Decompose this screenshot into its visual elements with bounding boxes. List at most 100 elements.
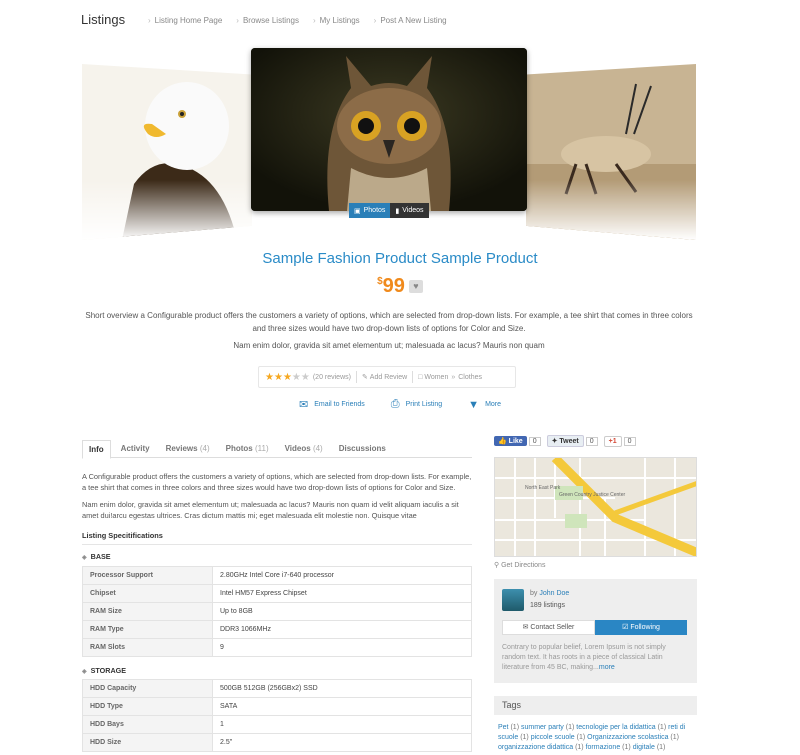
category-link[interactable]: Women [424,374,448,381]
tab-videos[interactable]: Videos (4) [279,440,329,457]
more-label: More [485,401,502,408]
map-label-center: Green Country Justice Center [559,492,625,498]
tag-link[interactable]: Pet [498,724,509,731]
nav-browse-listings[interactable]: Browse Listings [236,16,299,25]
spec-heading: Listing Specitifications [82,531,163,540]
more-dropdown[interactable]: ▼ More [468,398,501,411]
caret-down-icon: ▼ [468,398,480,411]
spec-key: HDD Size [82,733,213,752]
tweet-count: 0 [585,436,598,446]
photo-gallery: ▣ Photos ▮ Videos [82,48,696,240]
spec-key: Chipset [82,584,213,603]
tab-label: Videos [284,444,311,453]
twitter-bird-icon: ✦ [551,438,558,445]
gallery-photo-eagle[interactable] [82,64,252,240]
tag-link[interactable]: digitale [633,744,655,751]
star-empty-icon: ★ [291,371,301,383]
contact-seller-label: Contact Seller [530,624,575,631]
tag-count: (1) [520,734,529,741]
photo-icon: ▣ [354,207,361,215]
subcategory-link[interactable]: Clothes [458,374,482,381]
tag-count: (1) [657,724,667,731]
seller-name-link[interactable]: John Doe [539,590,569,597]
nav-my-listings[interactable]: My Listings [313,16,360,25]
spec-value: 500GB 512GB (256GBx2) SSD [212,679,472,698]
top-bar: Listings Listing Home Page Browse Listin… [81,10,701,30]
listing-actions: ✉ Email to Friends ⎙ Print Listing ▼ Mor… [0,398,800,411]
checkbox-icon: ☑ [622,624,629,631]
get-directions-link[interactable]: ⚲ Get Directions [494,561,545,569]
avatar[interactable] [502,589,524,611]
spec-key: HDD Type [82,697,213,716]
tweet-button[interactable]: ✦ Tweet [546,435,584,447]
table-row: HDD Type SATA [82,697,472,716]
table-row: RAM Size Up to 8GB [82,602,472,621]
spec-table-storage: HDD Capacity 500GB 512GB (256GBx2) SSD HD… [82,679,472,752]
contact-seller-button[interactable]: ✉ Contact Seller [502,620,595,635]
spec-value: 1 [212,715,472,734]
spec-value: 2.5" [212,733,472,752]
tag-link[interactable]: organizzazione didattica [498,744,573,751]
seller-bio: Contrary to popular belief, Lorem Ipsum … [502,643,689,673]
tag-count: (1) [576,734,586,741]
seller-bio-text: Contrary to popular belief, Lorem Ipsum … [502,644,666,671]
spec-table-base: Processor Support 2.80GHz Intel Core i7-6… [82,566,472,657]
tab-activity[interactable]: Activity [115,440,156,457]
pencil-icon: ✎ [361,374,368,381]
seller-card: by John Doe 189 listings ✉ Contact Selle… [494,579,697,683]
tab-info[interactable]: Info [82,440,111,459]
seller-byline: by John Doe [530,590,569,597]
bio-more-link[interactable]: more [599,664,615,671]
gallery-photo-antelope[interactable] [526,64,696,240]
like-count: 0 [528,436,541,446]
star-rating[interactable]: ★★★★★ [265,372,310,383]
tag-link[interactable]: Organizzazione scolastica [587,734,668,741]
spec-key: Processor Support [82,566,213,585]
tab-discussions[interactable]: Discussions [333,440,392,457]
tag-link[interactable]: piccole scuole [531,734,575,741]
nav-post-listing[interactable]: Post A New Listing [374,16,446,25]
chevron-right-icon: » [451,373,456,381]
info-content: A Configurable product offers the custom… [82,471,472,527]
photos-tab[interactable]: ▣ Photos [349,203,391,218]
map-label-park: North East Park [525,485,561,491]
following-button[interactable]: ☑ Following [595,620,687,635]
tags-heading: Tags [494,696,697,715]
envelope-icon: ✉ [298,399,309,411]
overview-paragraph: Short overview a Configurable product of… [85,311,693,333]
by-label: by [530,590,538,597]
print-listing-button[interactable]: ⎙ Print Listing [391,398,442,411]
nav-listing-home[interactable]: Listing Home Page [148,16,223,25]
tab-photos[interactable]: Photos (11) [220,440,275,457]
star-icon: ★ [273,371,283,383]
tag-link[interactable]: tecnologie per la didattica [576,724,655,731]
table-row: Processor Support 2.80GHz Intel Core i7-6… [82,566,472,585]
review-count[interactable]: (20 reviews) [313,374,351,381]
tag-count: (1) [575,744,584,751]
price: $99 [377,275,405,298]
spec-value: Intel HM57 Express Chipset [212,584,472,603]
tag-link[interactable]: formazione [586,744,621,751]
tab-reviews[interactable]: Reviews (4) [160,440,216,457]
add-review-link[interactable]: Add Review [370,374,407,381]
brand-title[interactable]: Listings [81,12,125,27]
info-paragraph: Nam enim dolor, gravida sit amet element… [82,500,459,520]
listing-tabs: Info Activity Reviews (4) Photos (11) Vi… [82,440,472,459]
like-label: Like [508,438,523,445]
get-directions-label: Get Directions [501,562,546,569]
email-friends-button[interactable]: ✉ Email to Friends [299,398,365,411]
top-nav: Listing Home Page Browse Listings My Lis… [148,16,461,25]
gallery-photo-owl[interactable] [251,48,527,211]
media-tabs: ▣ Photos ▮ Videos [349,203,429,218]
tweet-label: Tweet [559,438,579,445]
videos-tab[interactable]: ▮ Videos [390,203,429,218]
facebook-like-button[interactable]: 👍 Like [494,436,527,446]
listing-meta-bar: ★★★★★ (20 reviews) ✎ Add Review □ Women»… [258,366,516,388]
location-map[interactable]: North East Park Green Country Justice Ce… [494,457,697,557]
star-icon: ★ [282,371,292,383]
heart-icon[interactable]: ♥ [408,280,423,293]
google-plus-button[interactable]: +1 [603,435,622,447]
tag-link[interactable]: summer party [521,724,564,731]
table-row: RAM Slots 9 [82,638,472,657]
map-marker-icon: ⚲ [494,562,500,569]
